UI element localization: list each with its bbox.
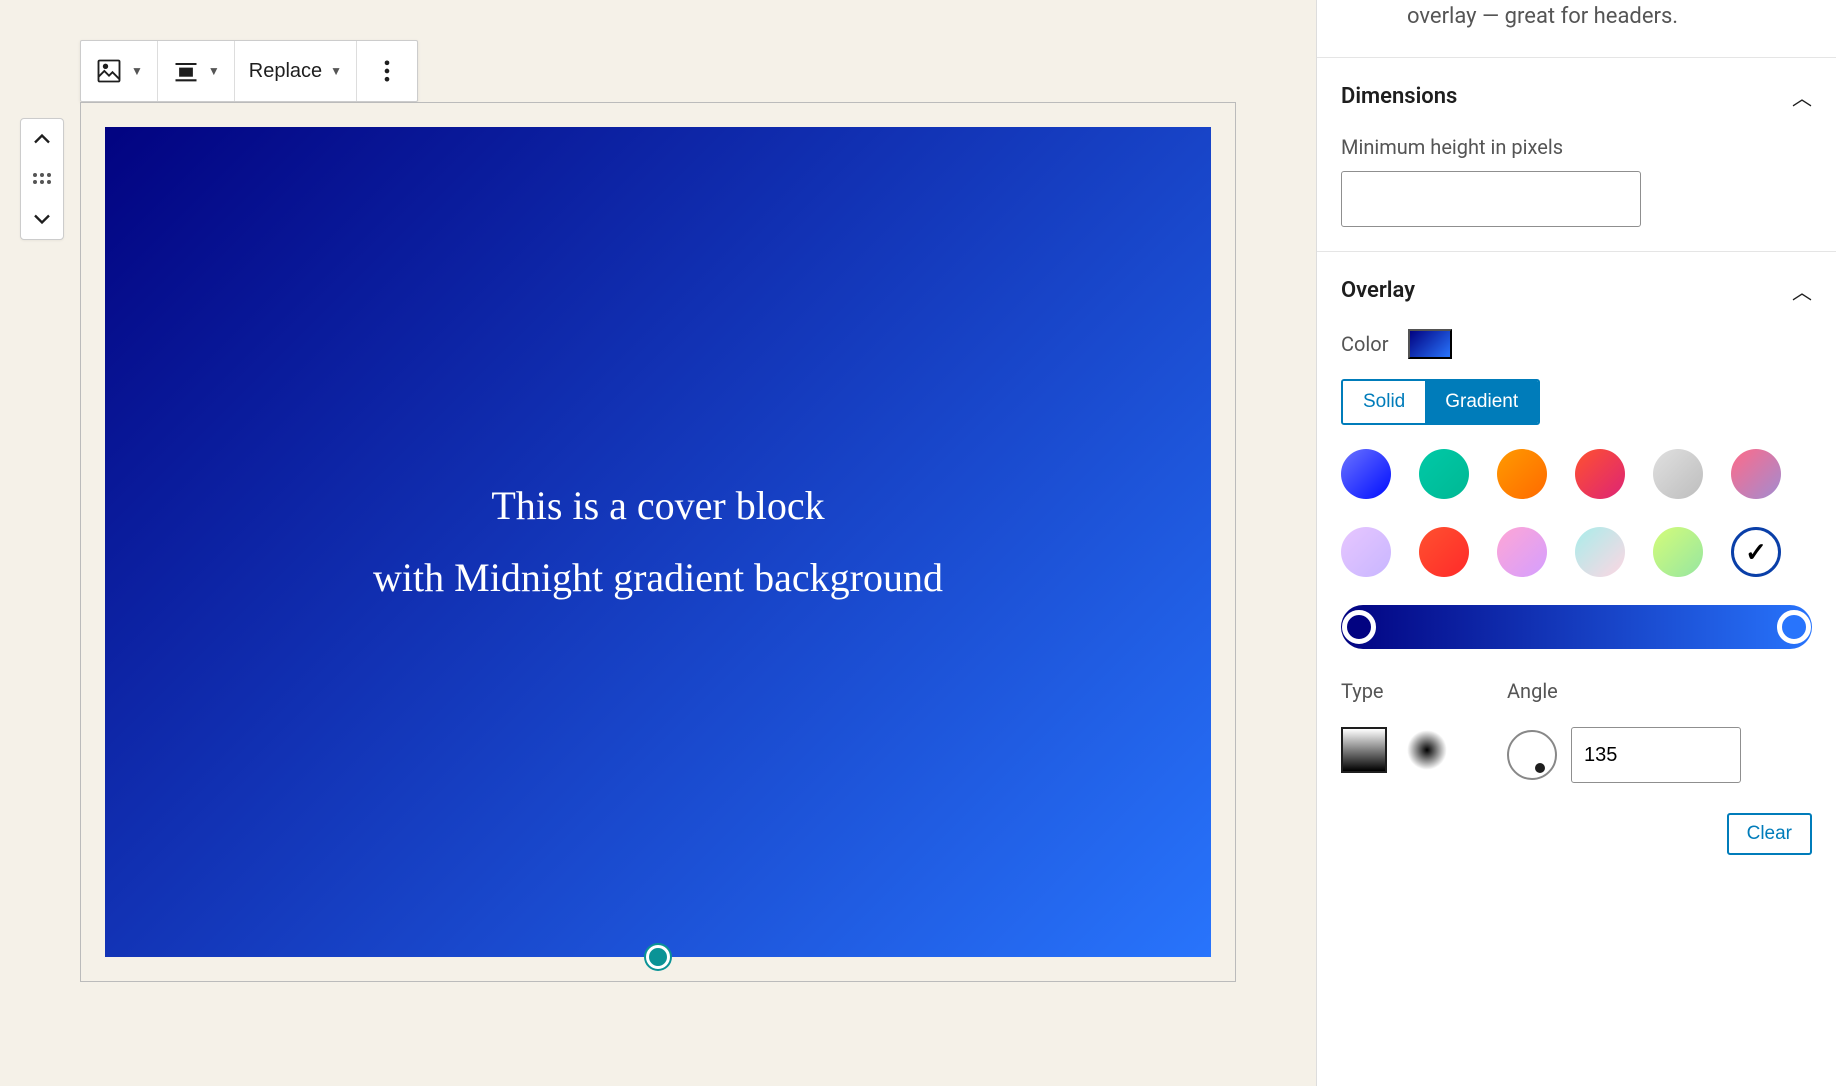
align-button[interactable]: ▼ xyxy=(158,41,234,101)
gradient-preset[interactable] xyxy=(1419,527,1469,577)
more-vertical-icon xyxy=(373,57,401,85)
caret-down-icon: ▼ xyxy=(330,64,342,78)
drag-handle-button[interactable] xyxy=(21,159,63,199)
panel-title: Dimensions xyxy=(1341,84,1457,109)
more-options-button[interactable] xyxy=(357,41,417,101)
replace-button[interactable]: Replace ▼ xyxy=(235,41,356,101)
gradient-preset[interactable] xyxy=(1575,527,1625,577)
chevron-up-icon xyxy=(28,125,56,153)
dimensions-panel: Dimensions ︿ Minimum height in pixels xyxy=(1317,58,1836,252)
custom-gradient-selected[interactable]: ✓ xyxy=(1731,527,1781,577)
clear-button[interactable]: Clear xyxy=(1727,813,1812,855)
resize-handle[interactable] xyxy=(646,945,670,969)
gradient-type-radial[interactable] xyxy=(1407,730,1447,770)
block-mover xyxy=(20,118,64,240)
cover-text-line[interactable]: This is a cover block xyxy=(491,470,824,542)
min-height-label: Minimum height in pixels xyxy=(1341,135,1812,159)
color-label: Color xyxy=(1341,332,1388,356)
tab-gradient[interactable]: Gradient xyxy=(1425,381,1538,423)
check-icon: ✓ xyxy=(1745,537,1767,568)
block-outline: This is a cover block with Midnight grad… xyxy=(80,102,1236,982)
angle-input[interactable] xyxy=(1571,727,1741,783)
gradient-presets: ✓ xyxy=(1341,449,1812,577)
move-down-button[interactable] xyxy=(21,199,63,239)
gradient-preset[interactable] xyxy=(1653,527,1703,577)
overlay-tabs: Solid Gradient xyxy=(1341,379,1540,425)
gradient-preset[interactable] xyxy=(1575,449,1625,499)
color-indicator[interactable] xyxy=(1408,329,1452,359)
gradient-preset[interactable] xyxy=(1497,527,1547,577)
gradient-stop-start[interactable] xyxy=(1342,610,1376,644)
panel-title: Overlay xyxy=(1341,278,1415,303)
gradient-type-linear[interactable] xyxy=(1341,727,1387,773)
cover-block[interactable]: This is a cover block with Midnight grad… xyxy=(105,127,1211,957)
replace-label: Replace xyxy=(249,60,322,83)
dimensions-panel-toggle[interactable]: Dimensions ︿ xyxy=(1341,82,1812,111)
block-toolbar: ▼ ▼ Replace ▼ xyxy=(80,40,418,102)
chevron-down-icon xyxy=(28,205,56,233)
chevron-up-icon: ︿ xyxy=(1792,276,1812,305)
tab-solid[interactable]: Solid xyxy=(1343,381,1425,423)
angle-dial[interactable] xyxy=(1507,730,1557,780)
caret-down-icon: ▼ xyxy=(131,64,143,78)
block-description: overlay — great for headers. xyxy=(1317,0,1836,58)
chevron-up-icon: ︿ xyxy=(1792,82,1812,111)
type-label: Type xyxy=(1341,679,1447,703)
drag-icon xyxy=(33,173,51,185)
gradient-stop-end[interactable] xyxy=(1777,610,1811,644)
gradient-preset[interactable] xyxy=(1731,449,1781,499)
cover-block-icon xyxy=(95,57,123,85)
cover-text-line[interactable]: with Midnight gradient background xyxy=(373,542,943,614)
overlay-panel-toggle[interactable]: Overlay ︿ xyxy=(1341,276,1812,305)
angle-dial-handle xyxy=(1535,763,1545,773)
caret-down-icon: ▼ xyxy=(208,64,220,78)
settings-sidebar: overlay — great for headers. Dimensions … xyxy=(1316,0,1836,1086)
gradient-preset[interactable] xyxy=(1497,449,1547,499)
gradient-preset[interactable] xyxy=(1419,449,1469,499)
min-height-input[interactable] xyxy=(1341,171,1641,227)
angle-label: Angle xyxy=(1507,679,1741,703)
overlay-panel: Overlay ︿ Color Solid Gradient ✓ Type xyxy=(1317,252,1836,879)
block-type-button[interactable]: ▼ xyxy=(81,41,157,101)
gradient-preset[interactable] xyxy=(1653,449,1703,499)
move-up-button[interactable] xyxy=(21,119,63,159)
gradient-preset[interactable] xyxy=(1341,527,1391,577)
align-icon xyxy=(172,57,200,85)
gradient-bar[interactable] xyxy=(1341,605,1812,649)
gradient-preset[interactable] xyxy=(1341,449,1391,499)
